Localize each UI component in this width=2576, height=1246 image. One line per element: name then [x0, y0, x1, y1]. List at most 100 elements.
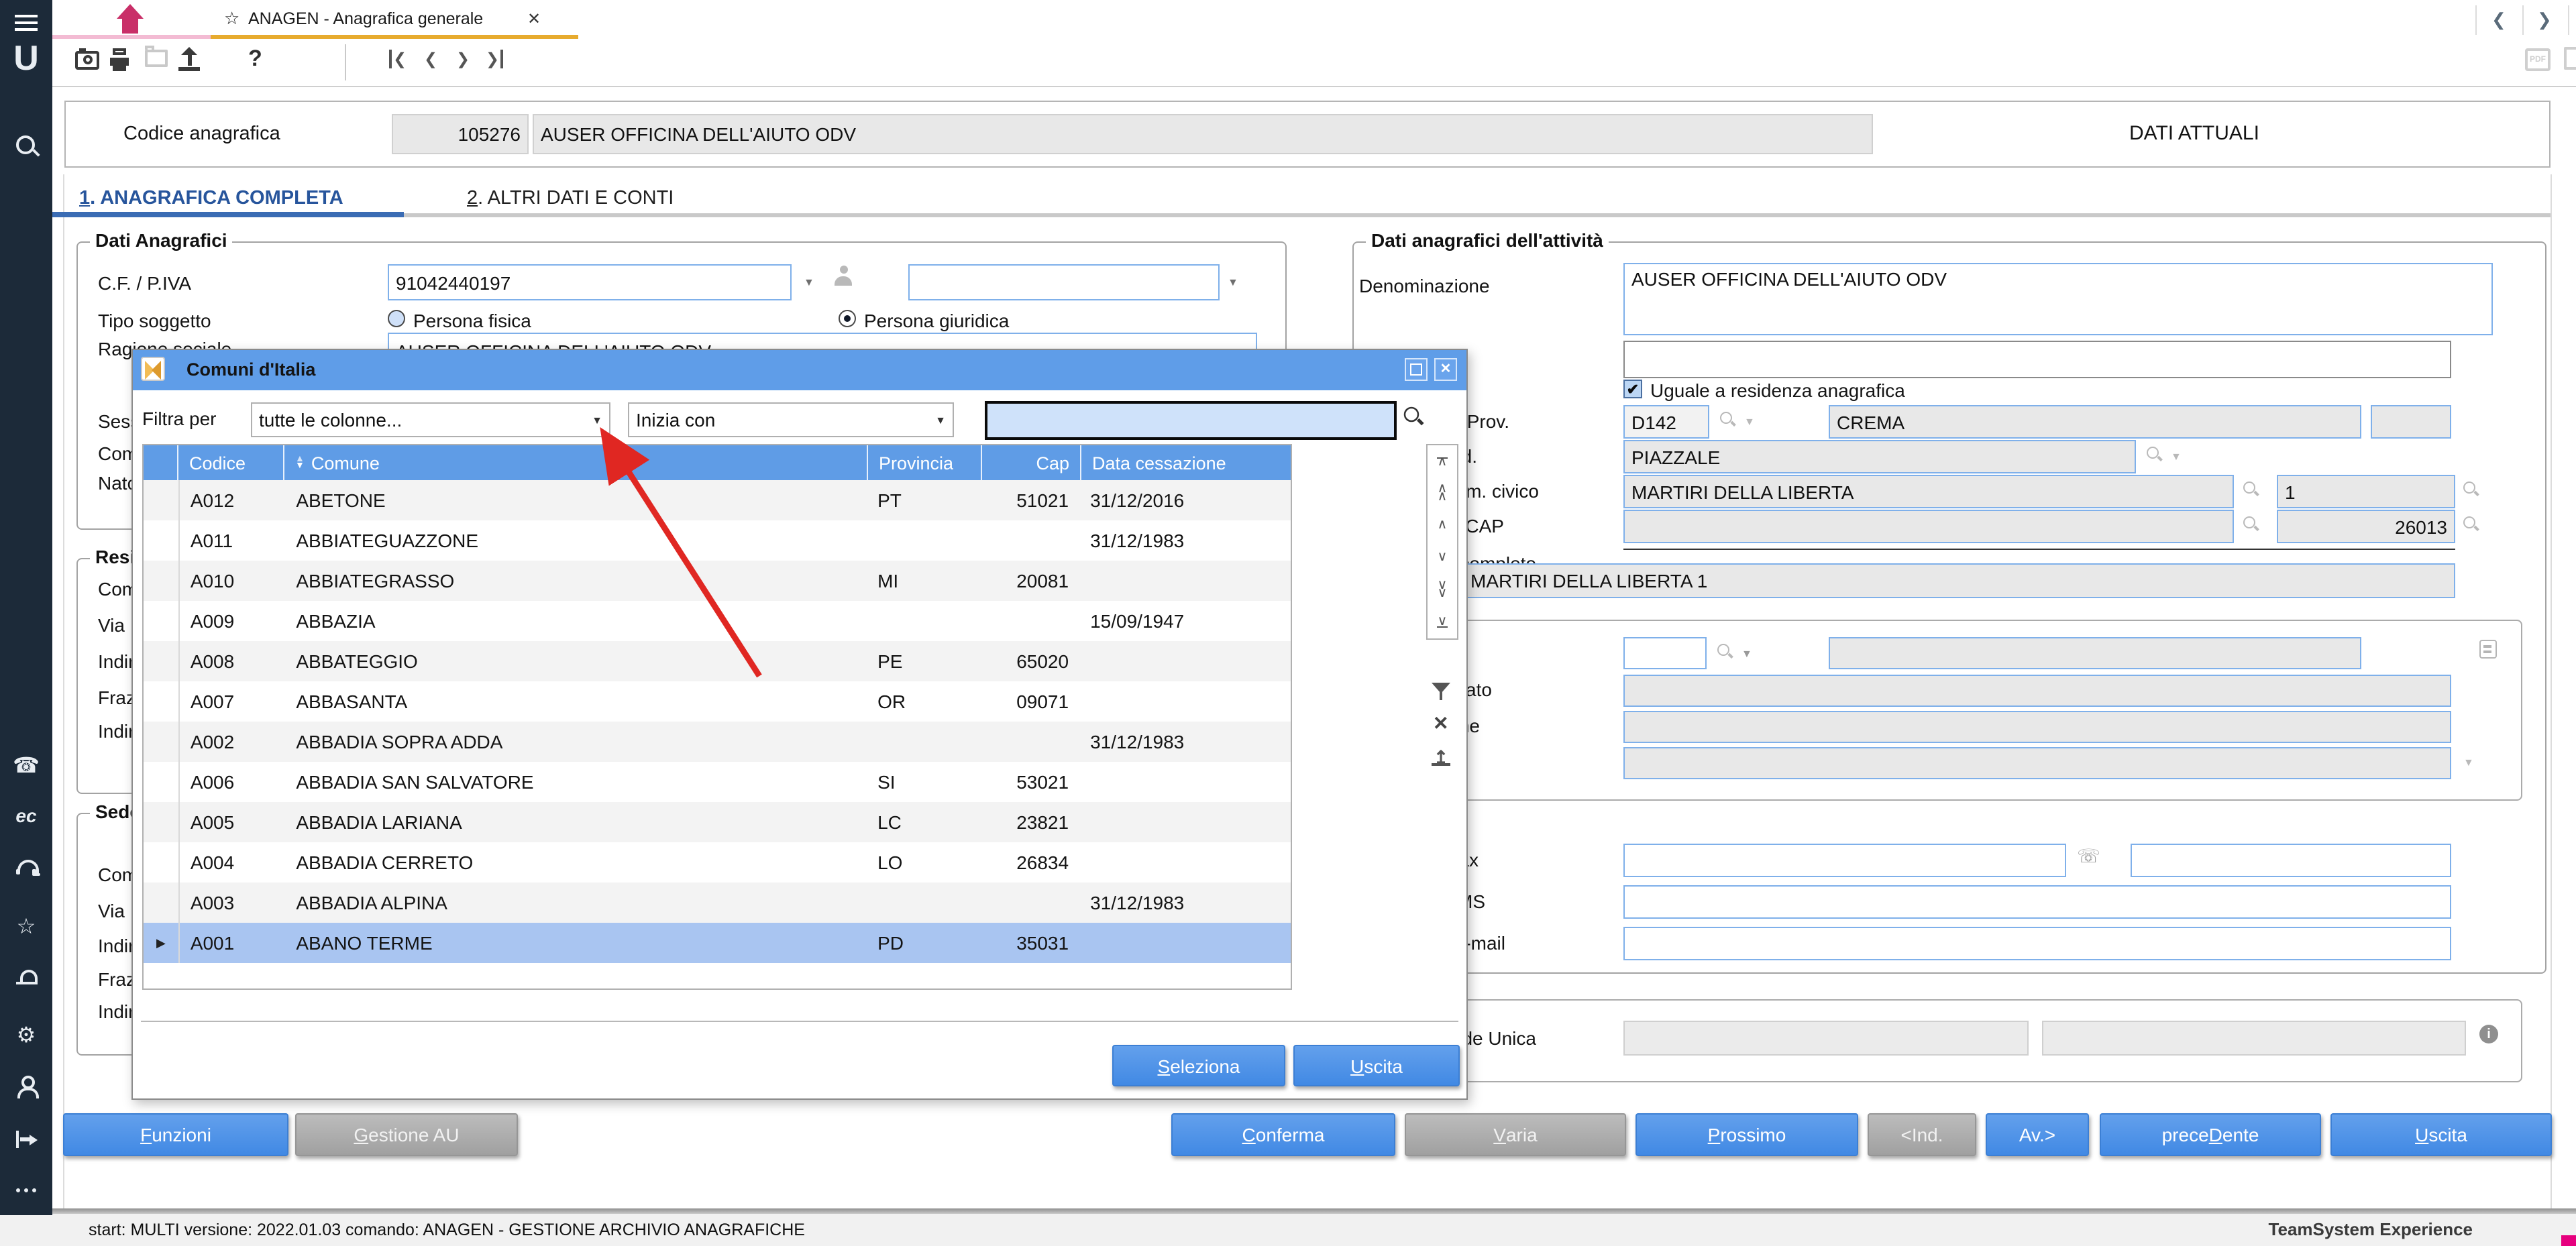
- comune-row-A010[interactable]: A010ABBIATEGRASSOMI20081: [144, 561, 1291, 601]
- cap-search-icon[interactable]: [2463, 516, 2481, 534]
- user-profile-icon[interactable]: [0, 1076, 52, 1094]
- funzioni-button[interactable]: Funzioni: [63, 1113, 288, 1156]
- prov-search-icon[interactable]: [1720, 412, 1737, 429]
- grid-header-codice[interactable]: Codice: [178, 445, 284, 480]
- filter-search-icon[interactable]: [1404, 407, 1426, 429]
- gestione-au-button[interactable]: Gestione AU: [295, 1113, 518, 1156]
- notifications-bell-icon[interactable]: [0, 970, 52, 986]
- prossimo-button[interactable]: Prossimo: [1635, 1113, 1858, 1156]
- radio-persona-giuridica[interactable]: [839, 310, 856, 327]
- indirizzo-search-icon[interactable]: [2243, 482, 2261, 499]
- frazione-search-icon[interactable]: [2243, 516, 2261, 534]
- grid-header-provincia[interactable]: Provincia: [868, 445, 982, 480]
- grid-header-cap[interactable]: Cap: [982, 445, 1081, 480]
- alias-input[interactable]: [1623, 341, 2451, 378]
- ec-logo-icon[interactable]: ec: [0, 805, 52, 826]
- comune-row-A005[interactable]: A005ABBADIA LARIANALC23821: [144, 802, 1291, 842]
- estero-dropdown2-icon[interactable]: ▼: [2463, 756, 2474, 769]
- comune-row-A002[interactable]: A002ABBADIA SOPRA ADDA31/12/1983: [144, 722, 1291, 762]
- seleziona-button[interactable]: Seleziona: [1112, 1045, 1285, 1086]
- filter-funnel-icon[interactable]: [1432, 683, 1450, 701]
- comune-row-A007[interactable]: A007ABBASANTAOR09071: [144, 681, 1291, 722]
- page-down-icon[interactable]: ∨∨: [1428, 574, 1457, 606]
- indietro-button[interactable]: <Ind.: [1868, 1113, 1976, 1156]
- favorites-star-icon[interactable]: ☆: [0, 913, 52, 940]
- modal-maximize-icon[interactable]: [1405, 358, 1428, 381]
- filter-search-input[interactable]: [985, 401, 1397, 440]
- comune-row-A004[interactable]: A004ABBADIA CERRETOLO26834: [144, 842, 1291, 883]
- settings-gear-icon[interactable]: ⚙: [0, 1022, 52, 1049]
- comune-row-A006[interactable]: A006ABBADIA SAN SALVATORESI53021: [144, 762, 1291, 802]
- prov-code-field[interactable]: D142: [1623, 405, 1709, 439]
- via-field: PIAZZALE: [1623, 440, 2136, 473]
- nav-back-icon[interactable]: ❮: [2491, 9, 2506, 31]
- precedente-button[interactable]: preceDente: [2100, 1113, 2321, 1156]
- sms-input[interactable]: [1623, 885, 2451, 919]
- cf-secondary-input[interactable]: [908, 264, 1220, 300]
- tab-anagen[interactable]: ☆ ANAGEN - Anagrafica generale ✕: [211, 0, 578, 39]
- tab-altri-dati-e-conti[interactable]: 2. ALTRI DATI E CONTI: [467, 188, 674, 209]
- row-down-icon[interactable]: ∨: [1428, 542, 1457, 574]
- comune-row-A008[interactable]: A008ABBATEGGIOPE65020: [144, 641, 1291, 681]
- modal-close-icon[interactable]: ✕: [1434, 358, 1457, 381]
- comune-row-A011[interactable]: A011ABBIATEGUAZZONE31/12/1983: [144, 520, 1291, 561]
- denominazione-textarea[interactable]: AUSER OFFICINA DELL'AIUTO ODV: [1623, 263, 2493, 335]
- next-record-icon[interactable]: ❯: [456, 50, 470, 68]
- estero-list-icon[interactable]: [2479, 640, 2497, 659]
- cf-dropdown-icon[interactable]: ▼: [804, 276, 814, 288]
- estero-dropdown-icon[interactable]: ▼: [1741, 648, 1752, 660]
- comune-row-A012[interactable]: A012ABETONEPT5102131/12/2016: [144, 480, 1291, 520]
- tab-anagrafica-completa[interactable]: 1. ANAGRAFICA COMPLETA: [79, 188, 343, 209]
- modal-titlebar[interactable]: Comuni d'Italia ✕: [133, 350, 1466, 390]
- print-icon[interactable]: [110, 48, 131, 72]
- row-up-icon[interactable]: ∧: [1428, 510, 1457, 542]
- avanti-button[interactable]: Av.>: [1986, 1113, 2089, 1156]
- nav-forward-icon[interactable]: ❯: [2537, 9, 2552, 31]
- go-first-icon[interactable]: ∧: [1428, 445, 1457, 477]
- phone-icon[interactable]: ☎: [0, 752, 52, 779]
- estero-search-icon[interactable]: [1717, 644, 1735, 661]
- search-icon[interactable]: [0, 134, 52, 158]
- estero-codice-input[interactable]: [1623, 637, 1707, 669]
- varia-button[interactable]: Varia: [1405, 1113, 1626, 1156]
- uscita-button[interactable]: Uscita: [2330, 1113, 2552, 1156]
- help-icon[interactable]: ?: [248, 46, 262, 72]
- telefono-input[interactable]: [1623, 844, 2066, 877]
- camera-icon[interactable]: [75, 51, 99, 70]
- civico-search-icon[interactable]: [2463, 482, 2481, 499]
- previous-record-icon[interactable]: ❮: [424, 50, 437, 68]
- clear-filter-icon[interactable]: ✕: [1433, 712, 1448, 735]
- filter-column-select[interactable]: tutte le colonne...▼: [251, 402, 610, 437]
- last-record-icon[interactable]: ❯: [486, 50, 503, 68]
- radio-persona-fisica[interactable]: [388, 310, 405, 327]
- cf-piva-input[interactable]: 91042440197: [388, 264, 792, 300]
- comune-row-A001[interactable]: ▶A001ABANO TERMEPD35031: [144, 923, 1291, 963]
- first-record-icon[interactable]: ❮: [389, 50, 407, 68]
- prov-dropdown-icon[interactable]: ▼: [1744, 416, 1755, 428]
- hamburger-menu-icon[interactable]: [0, 11, 52, 34]
- fax-input[interactable]: [2131, 844, 2451, 877]
- tab-star-icon[interactable]: ☆: [224, 8, 239, 30]
- page-up-icon[interactable]: ∧∧: [1428, 477, 1457, 510]
- conferma-button[interactable]: Conferma: [1171, 1113, 1395, 1156]
- home-tab[interactable]: [52, 0, 211, 39]
- filter-mode-select[interactable]: Inizia con▼: [628, 402, 954, 437]
- grid-header-comune[interactable]: ▲▼ Comune: [284, 445, 868, 480]
- comune-row-A003[interactable]: A003ABBADIA ALPINA31/12/1983: [144, 883, 1291, 923]
- email-input[interactable]: [1623, 927, 2451, 960]
- grid-header-cessazione[interactable]: Data cessazione: [1081, 445, 1291, 480]
- comune-row-A009[interactable]: A009ABBAZIA15/09/1947: [144, 601, 1291, 641]
- headset-icon[interactable]: [0, 860, 52, 876]
- tab-close-icon[interactable]: ✕: [527, 9, 541, 28]
- via-dropdown-icon[interactable]: ▼: [2171, 451, 2182, 463]
- modal-uscita-button[interactable]: Uscita: [1293, 1045, 1460, 1086]
- export-icon[interactable]: ↥: [1432, 747, 1450, 766]
- uguale-residenza-checkbox[interactable]: ✔: [1623, 380, 1642, 398]
- via-search-icon[interactable]: [2147, 447, 2164, 464]
- cf-secondary-dropdown-icon[interactable]: ▼: [1228, 276, 1238, 288]
- logout-icon[interactable]: [0, 1131, 52, 1148]
- upload-icon[interactable]: [181, 47, 203, 71]
- more-options-icon[interactable]: [0, 1188, 52, 1192]
- go-last-icon[interactable]: ∨: [1428, 606, 1457, 638]
- info-icon[interactable]: i: [2479, 1025, 2498, 1043]
